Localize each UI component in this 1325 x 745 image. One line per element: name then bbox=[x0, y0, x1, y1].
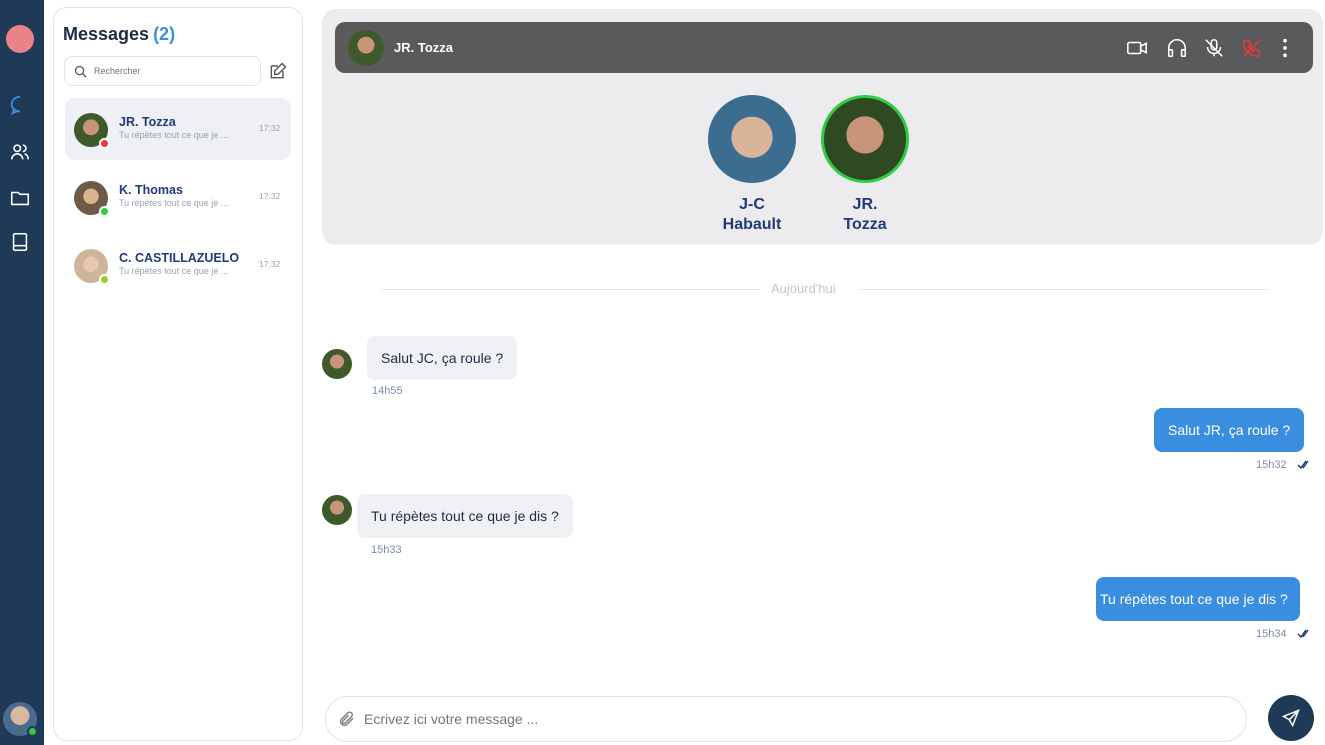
sender-avatar bbox=[322, 495, 352, 525]
mic-off-icon[interactable] bbox=[1202, 36, 1226, 60]
message-time: 14h55 bbox=[372, 385, 403, 397]
message-time: 15h33 bbox=[371, 544, 402, 556]
search-box[interactable] bbox=[64, 56, 261, 86]
message-time: 17:32 bbox=[259, 123, 281, 133]
participant-card: JR. Tozza bbox=[810, 95, 920, 235]
contact-avatar bbox=[74, 113, 110, 149]
message-preview: Tu répètes tout ce que je ... bbox=[119, 198, 229, 208]
date-divider-text: Aujourd'hui bbox=[771, 281, 836, 296]
panel-title: Messages (2) bbox=[63, 24, 175, 45]
status-dot bbox=[99, 274, 110, 285]
chat-icon[interactable] bbox=[8, 93, 32, 117]
message-bubble-incoming: Tu répètes tout ce que je dis ? bbox=[357, 494, 573, 538]
message-input[interactable] bbox=[364, 711, 1224, 727]
message-bubble-incoming: Salut JC, ça roule ? bbox=[367, 336, 518, 380]
conversations-panel: Messages(2) JR. Tozza Tu répètes tout ce… bbox=[53, 7, 303, 741]
message-preview: Tu répètes tout ce que je ... bbox=[119, 266, 229, 276]
status-dot bbox=[99, 138, 110, 149]
conversation-item[interactable]: K. Thomas Tu répètes tout ce que je ... … bbox=[65, 166, 291, 228]
folder-icon[interactable] bbox=[8, 186, 32, 210]
message-composer bbox=[325, 696, 1247, 742]
participant-photo bbox=[708, 95, 796, 183]
read-receipt-icon bbox=[1297, 460, 1309, 470]
book-icon[interactable] bbox=[8, 230, 32, 254]
contact-name: JR. Tozza bbox=[119, 115, 176, 129]
panel-title-text: Messages bbox=[63, 24, 150, 44]
search-icon bbox=[74, 65, 87, 78]
message-bubble-outgoing: Tu répètes tout ce que je dis ? bbox=[1096, 577, 1300, 621]
participant-name: J-C Habault bbox=[722, 196, 782, 233]
search-input[interactable] bbox=[94, 66, 244, 76]
date-divider: Aujourd'hui bbox=[382, 281, 1269, 299]
conversation-item[interactable]: JR. Tozza Tu répètes tout ce que je ... … bbox=[65, 98, 291, 160]
app-logo[interactable] bbox=[6, 25, 34, 53]
call-contact-name: JR. Tozza bbox=[394, 40, 453, 55]
contact-name: K. Thomas bbox=[119, 183, 183, 197]
online-status-dot bbox=[27, 726, 38, 737]
participant-photo bbox=[821, 95, 909, 183]
headphones-icon[interactable] bbox=[1165, 36, 1189, 60]
message-time: 17:32 bbox=[259, 191, 281, 201]
contact-avatar bbox=[74, 249, 110, 285]
hangup-icon[interactable] bbox=[1240, 36, 1264, 60]
call-bar: JR. Tozza bbox=[335, 22, 1313, 73]
more-options-icon[interactable] bbox=[1273, 36, 1297, 60]
send-button[interactable] bbox=[1268, 695, 1314, 741]
attachment-icon[interactable] bbox=[338, 710, 356, 728]
message-preview: Tu répètes tout ce que je ... bbox=[119, 130, 229, 140]
participant-name: JR. Tozza bbox=[843, 196, 887, 233]
compose-icon[interactable] bbox=[268, 61, 288, 81]
contacts-icon[interactable] bbox=[8, 140, 32, 164]
read-receipt-icon bbox=[1297, 629, 1309, 639]
message-time: 15h32 bbox=[1256, 459, 1287, 471]
unread-count: (2) bbox=[153, 24, 176, 44]
contact-name: C. CASTILLAZUELO bbox=[119, 251, 240, 265]
left-rail bbox=[0, 0, 44, 745]
message-time: 17:32 bbox=[259, 259, 281, 269]
message-time: 15h34 bbox=[1256, 628, 1287, 640]
video-icon[interactable] bbox=[1125, 36, 1149, 60]
sender-avatar bbox=[322, 349, 352, 379]
send-icon bbox=[1281, 709, 1300, 728]
call-avatar bbox=[348, 30, 384, 66]
conversation-item[interactable]: C. CASTILLAZUELO Tu répètes tout ce que … bbox=[65, 234, 291, 296]
contact-avatar bbox=[74, 181, 110, 217]
call-panel: JR. Tozza J-C Habault JR. Tozza bbox=[322, 9, 1323, 245]
user-avatar[interactable] bbox=[3, 702, 38, 737]
participant-card: J-C Habault bbox=[697, 95, 807, 235]
status-dot bbox=[99, 206, 110, 217]
message-bubble-outgoing: Salut JR, ça roule ? bbox=[1154, 408, 1305, 452]
